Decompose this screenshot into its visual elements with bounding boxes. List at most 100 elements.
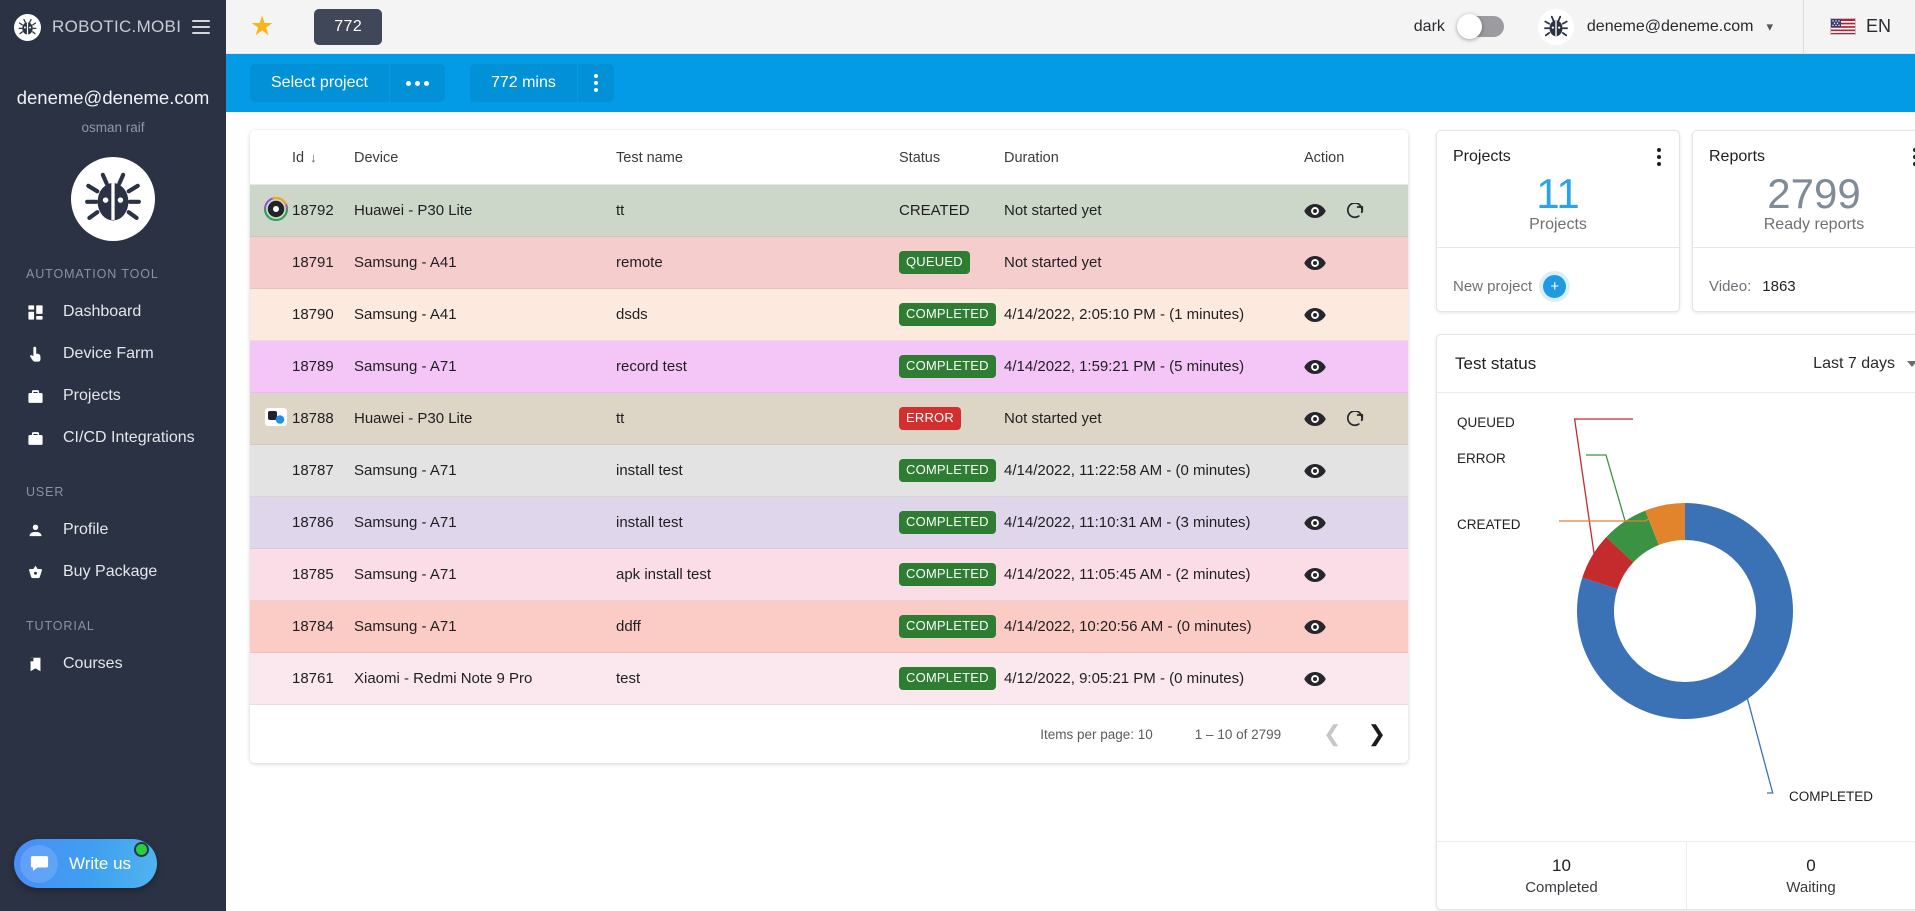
action-icons: [1304, 410, 1408, 427]
write-us-button[interactable]: Write us: [14, 839, 158, 888]
cell-id: 18789: [292, 340, 354, 393]
chat-bubble-icon: [20, 844, 58, 883]
col-header-duration[interactable]: Duration: [1004, 130, 1304, 185]
chevron-right-icon[interactable]: ❯: [1368, 723, 1386, 745]
cell-status: COMPLETED: [899, 548, 1004, 601]
row-indicator-cell: [250, 496, 292, 549]
row-indicator-cell: [250, 236, 292, 289]
basket-icon: [26, 563, 45, 582]
bug-logo-icon: [14, 13, 41, 41]
status-badge: COMPLETED: [899, 511, 996, 534]
avatar: [0, 157, 226, 241]
nav-section-user: USER: [26, 485, 65, 499]
cell-id: 18788: [292, 392, 354, 445]
cell-action: [1304, 600, 1408, 653]
eye-icon[interactable]: [1304, 307, 1326, 323]
eye-icon[interactable]: [1304, 515, 1326, 531]
row-indicator-cell: [250, 600, 292, 653]
sidebar-item-profile[interactable]: Profile: [0, 509, 226, 551]
minutes-more-button[interactable]: [577, 64, 614, 102]
table-row[interactable]: 18761 Xiaomi - Redmi Note 9 Pro test COMPLE…: [250, 652, 1408, 705]
sidebar-item-label: Buy Package: [63, 563, 158, 580]
kebab-vertical-icon[interactable]: [1909, 144, 1915, 170]
page-range-label: 1 – 10 of 2799: [1194, 726, 1282, 742]
video-label: Video:: [1709, 277, 1752, 295]
redo-icon[interactable]: [1344, 410, 1366, 427]
waiting-label: Waiting: [1786, 878, 1836, 896]
cell-action: [1304, 288, 1408, 341]
row-indicator-cell: [250, 392, 292, 445]
eye-icon[interactable]: [1304, 255, 1326, 271]
content-area: Id ↓ Device Test name Status Duration Act…: [226, 112, 1915, 911]
table-row[interactable]: 18786 Samsung - A71 install test COMPLETED 4…: [250, 496, 1408, 549]
table-row[interactable]: 18791 Samsung - A41 remote QUEUED Not starte…: [250, 236, 1408, 289]
cell-status: COMPLETED: [899, 340, 1004, 393]
col-header-test-name[interactable]: Test name: [616, 130, 899, 185]
col-header-device[interactable]: Device: [354, 130, 616, 185]
plus-circle-icon[interactable]: +: [1543, 274, 1567, 298]
account-menu[interactable]: deneme@deneme.com ▾: [1537, 8, 1773, 45]
cell-id: 18792: [292, 184, 354, 237]
action-icons: [1304, 359, 1408, 375]
bug-avatar-icon: [71, 157, 155, 241]
col-header-status[interactable]: Status: [899, 130, 1004, 185]
sidebar-item-cicd-integrations[interactable]: CI/CD Integrations: [0, 417, 226, 459]
action-icons: [1304, 567, 1408, 583]
table-row[interactable]: 18785 Samsung - A71 apk install test COMPLE…: [250, 548, 1408, 601]
star-icon[interactable]: ★: [250, 13, 274, 40]
eye-icon[interactable]: [1304, 203, 1326, 219]
eye-icon[interactable]: [1304, 463, 1326, 479]
cell-device: Samsung - A71: [354, 444, 616, 497]
table-row[interactable]: 18790 Samsung - A41 dsds COMPLETED 4/14/2022…: [250, 288, 1408, 341]
table-row[interactable]: 18789 Samsung - A71 record test COMPLETED 4/…: [250, 340, 1408, 393]
cell-test-name: remote: [616, 236, 899, 289]
dark-mode-label: dark: [1413, 17, 1445, 35]
briefcase-icon: [26, 387, 45, 406]
minutes-button[interactable]: 772 mins: [469, 64, 577, 102]
sidebar-item-courses[interactable]: Courses: [0, 643, 226, 685]
completed-count: 10: [1552, 855, 1571, 875]
table-row[interactable]: 18792 Huawei - P30 Lite tt CREATED Not start…: [250, 184, 1408, 237]
language-selector[interactable]: EN: [1802, 0, 1915, 53]
eye-icon[interactable]: [1304, 411, 1326, 427]
projects-card-title: Projects: [1453, 148, 1511, 165]
col-header-id[interactable]: Id ↓: [292, 130, 354, 185]
table-row[interactable]: 18788 Huawei - P30 Lite tt ERROR Not started…: [250, 392, 1408, 445]
eye-icon[interactable]: [1304, 359, 1326, 375]
sidebar-item-device-farm[interactable]: Device Farm: [0, 333, 226, 375]
sidebar-item-projects[interactable]: Projects: [0, 375, 226, 417]
dark-mode-toggle[interactable]: [1456, 14, 1504, 39]
top-bar: ★ 772 dark deneme@deneme.com ▾ EN: [226, 0, 1915, 54]
projects-card: Projects 11 Projects New project +: [1436, 130, 1680, 313]
redo-icon[interactable]: [1344, 202, 1366, 219]
eye-icon[interactable]: [1304, 671, 1326, 687]
sidebar-item-buy-package[interactable]: Buy Package: [0, 551, 226, 593]
items-per-page-label[interactable]: Items per page: 10: [1040, 727, 1153, 742]
eye-icon[interactable]: [1304, 567, 1326, 583]
app-root: ROBOTIC.MOBI deneme@deneme.com osman rai…: [0, 0, 1915, 911]
table-row[interactable]: 18787 Samsung - A71 install test COMPLETED 4…: [250, 444, 1408, 497]
language-code: EN: [1865, 16, 1891, 36]
select-project-button[interactable]: Select project: [250, 64, 389, 102]
cell-action: [1304, 444, 1408, 497]
table-row[interactable]: 18784 Samsung - A71 ddff COMPLETED 4/14/2022…: [250, 600, 1408, 653]
kebab-vertical-icon[interactable]: [1653, 144, 1665, 170]
status-badge: COMPLETED: [899, 459, 996, 482]
select-project-group: Select project: [250, 64, 445, 102]
sidebar-item-dashboard[interactable]: Dashboard: [0, 291, 226, 333]
minutes-chip[interactable]: 772: [314, 8, 383, 45]
eye-icon[interactable]: [1304, 619, 1326, 635]
new-project-row[interactable]: New project +: [1437, 248, 1679, 311]
select-project-more-button[interactable]: [389, 64, 445, 102]
caret-down-icon: [1907, 360, 1915, 367]
action-icons: [1304, 255, 1408, 271]
date-range-select[interactable]: Last 7 days: [1813, 355, 1915, 373]
projects-card-head: Projects: [1437, 131, 1679, 170]
hamburger-icon[interactable]: [192, 20, 210, 34]
status-badge: ERROR: [899, 407, 961, 430]
sidebar-item-label: Dashboard: [63, 303, 142, 320]
test-status-head: Test status Last 7 days: [1437, 335, 1915, 394]
reports-card-title: Reports: [1709, 148, 1766, 165]
top-bar-right: dark deneme@deneme.com ▾ EN: [1414, 0, 1915, 53]
chevron-left-icon[interactable]: ❮: [1323, 723, 1341, 745]
